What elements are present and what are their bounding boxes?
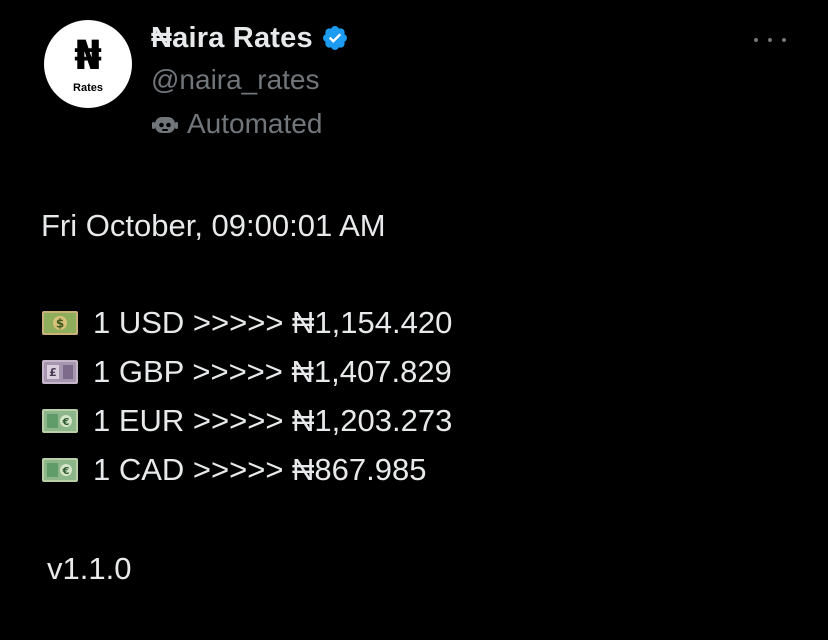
name-row: ₦aira Rates	[151, 18, 349, 58]
svg-text:£: £	[49, 366, 57, 379]
post-header: ₦aira Rates @naira_rates Automated	[151, 18, 349, 144]
pound-banknote-icon: £	[41, 359, 79, 385]
automated-label[interactable]: Automated	[151, 104, 349, 144]
post-card: ₦ Rates ₦aira Rates @naira_rates Automat…	[0, 0, 828, 640]
post-timestamp-text: Fri October, 09:00:01 AM	[41, 208, 386, 243]
post-body: Fri October, 09:00:01 AM $ 1 USD >>>>> ₦…	[41, 200, 452, 494]
svg-text:€: €	[62, 417, 70, 428]
more-dot-icon	[782, 38, 786, 42]
euro-banknote-icon: €	[41, 408, 79, 434]
svg-text:€: €	[62, 466, 70, 477]
rate-text: 1 GBP >>>>> ₦1,407.829	[93, 354, 452, 389]
rate-text: 1 USD >>>>> ₦1,154.420	[93, 305, 453, 340]
rate-text: 1 CAD >>>>> ₦867.985	[93, 452, 427, 487]
rates-list: $ 1 USD >>>>> ₦1,154.420 £ 1 GBP >>>>> ₦…	[41, 298, 452, 494]
rate-row-gbp: £ 1 GBP >>>>> ₦1,407.829	[41, 347, 452, 396]
display-name[interactable]: ₦aira Rates	[151, 22, 313, 55]
verified-badge-icon	[321, 24, 349, 52]
more-options-button[interactable]	[754, 36, 786, 44]
rate-row-eur: € 1 EUR >>>>> ₦1,203.273	[41, 396, 452, 445]
avatar-caption: Rates	[73, 82, 103, 94]
more-dot-icon	[754, 38, 758, 42]
user-handle[interactable]: @naira_rates	[151, 60, 349, 100]
bot-icon	[151, 110, 179, 138]
avatar[interactable]: ₦ Rates	[44, 20, 132, 108]
dollar-banknote-icon: $	[41, 310, 79, 336]
rate-row-usd: $ 1 USD >>>>> ₦1,154.420	[41, 298, 452, 347]
svg-text:$: $	[56, 316, 64, 330]
version-text: v1.1.0	[47, 551, 132, 586]
more-dot-icon	[768, 38, 772, 42]
euro-banknote-icon: €	[41, 457, 79, 483]
rate-text: 1 EUR >>>>> ₦1,203.273	[93, 403, 453, 438]
automated-text: Automated	[187, 108, 323, 139]
rate-row-cad: € 1 CAD >>>>> ₦867.985	[41, 445, 452, 494]
avatar-naira-logo: ₦	[74, 33, 102, 79]
